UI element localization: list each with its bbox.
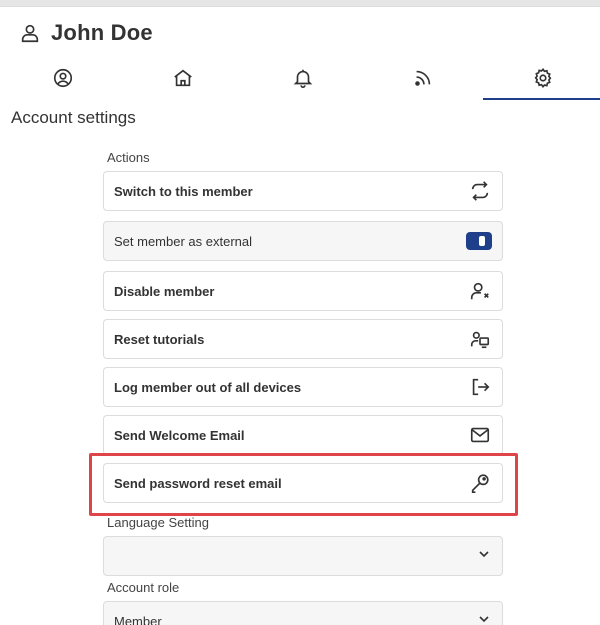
row-label: Reset tutorials bbox=[114, 331, 205, 347]
mail-icon bbox=[468, 423, 492, 447]
tab-profile[interactable] bbox=[3, 58, 123, 98]
gear-icon bbox=[534, 67, 552, 89]
switch-member-button[interactable]: Switch to this member bbox=[103, 171, 503, 211]
member-name: John Doe bbox=[51, 20, 153, 45]
user-icon bbox=[19, 21, 41, 45]
tab-home[interactable] bbox=[123, 58, 243, 98]
rss-icon bbox=[415, 70, 431, 86]
tab-settings[interactable] bbox=[483, 58, 600, 100]
send-password-reset-button[interactable]: Send password reset email bbox=[103, 463, 503, 503]
send-welcome-email-button[interactable]: Send Welcome Email bbox=[103, 415, 503, 455]
language-label: Language Setting bbox=[107, 515, 209, 530]
member-tabs bbox=[0, 58, 600, 100]
external-toggle[interactable] bbox=[466, 232, 492, 250]
key-icon bbox=[468, 471, 492, 495]
tab-notifications[interactable] bbox=[243, 58, 363, 98]
actions-label: Actions bbox=[107, 150, 150, 165]
user-remove-icon bbox=[468, 279, 492, 303]
user-circle-icon bbox=[53, 68, 73, 88]
row-label: Log member out of all devices bbox=[114, 379, 302, 395]
toggle-knob bbox=[479, 236, 485, 246]
switch-arrows-icon bbox=[468, 179, 492, 203]
tutorial-screen-icon bbox=[468, 327, 492, 351]
logout-all-devices-button[interactable]: Log member out of all devices bbox=[103, 367, 503, 407]
row-label: Send password reset email bbox=[114, 475, 282, 491]
disable-member-button[interactable]: Disable member bbox=[103, 271, 503, 311]
member-header: John Doe bbox=[19, 20, 153, 46]
account-role-select[interactable]: Member bbox=[103, 601, 503, 625]
language-select[interactable] bbox=[103, 536, 503, 576]
chevron-down-icon bbox=[476, 611, 492, 625]
row-label: Disable member bbox=[114, 283, 215, 299]
tab-feed[interactable] bbox=[363, 58, 483, 98]
section-title: Account settings bbox=[11, 108, 136, 127]
logout-icon bbox=[468, 375, 492, 399]
reset-tutorials-button[interactable]: Reset tutorials bbox=[103, 319, 503, 359]
row-label: Send Welcome Email bbox=[114, 427, 245, 443]
chevron-down-icon bbox=[476, 546, 492, 567]
account-role-value: Member bbox=[114, 613, 162, 625]
account-role-label: Account role bbox=[107, 580, 180, 595]
bell-icon bbox=[293, 69, 313, 88]
home-icon bbox=[174, 69, 192, 87]
row-label: Set member as external bbox=[114, 233, 253, 249]
row-label: Switch to this member bbox=[114, 183, 253, 199]
set-external-row: Set member as external bbox=[103, 221, 503, 261]
